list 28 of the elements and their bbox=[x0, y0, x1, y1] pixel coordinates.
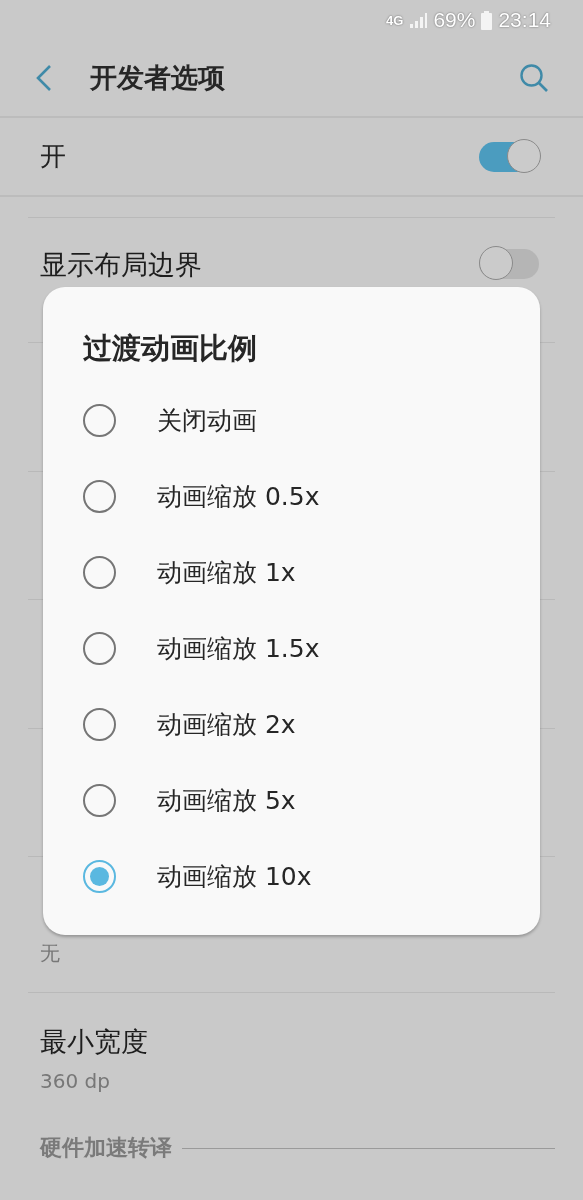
option-label[interactable]: 动画缩放 0.5x bbox=[157, 479, 320, 513]
master-switch-label: 开 bbox=[40, 140, 66, 173]
radio-button[interactable] bbox=[83, 555, 116, 589]
setting-title: 显示布局边界 bbox=[40, 248, 202, 282]
setting-value: 360 dp bbox=[40, 1068, 111, 1095]
search-icon[interactable] bbox=[519, 63, 549, 93]
radio-button[interactable] bbox=[83, 859, 116, 893]
category-header: 硬件加速转译 bbox=[40, 1134, 172, 1162]
option-label[interactable]: 动画缩放 1.5x bbox=[157, 631, 320, 665]
radio-button[interactable] bbox=[83, 707, 116, 741]
screen-title: 开发者选项 bbox=[90, 61, 226, 95]
setting-title: 最小宽度 bbox=[40, 1025, 148, 1059]
radio-button[interactable] bbox=[83, 403, 116, 437]
radio-button[interactable] bbox=[83, 631, 116, 665]
battery-icon bbox=[481, 10, 493, 30]
back-icon[interactable] bbox=[34, 64, 54, 92]
setting-value: 无 bbox=[40, 940, 60, 967]
option-label[interactable]: 动画缩放 5x bbox=[157, 783, 296, 817]
option-label[interactable]: 动画缩放 10x bbox=[157, 859, 312, 893]
option-label[interactable]: 动画缩放 2x bbox=[157, 707, 296, 741]
radio-button[interactable] bbox=[83, 479, 116, 513]
radio-button[interactable] bbox=[83, 783, 116, 817]
dialog-title: 过渡动画比例 bbox=[83, 330, 257, 367]
option-label[interactable]: 动画缩放 1x bbox=[157, 555, 296, 589]
toggle-switch[interactable] bbox=[479, 246, 541, 282]
option-label[interactable]: 关闭动画 bbox=[157, 403, 257, 437]
signal-icon bbox=[409, 12, 428, 28]
toggle-switch[interactable] bbox=[479, 138, 541, 175]
